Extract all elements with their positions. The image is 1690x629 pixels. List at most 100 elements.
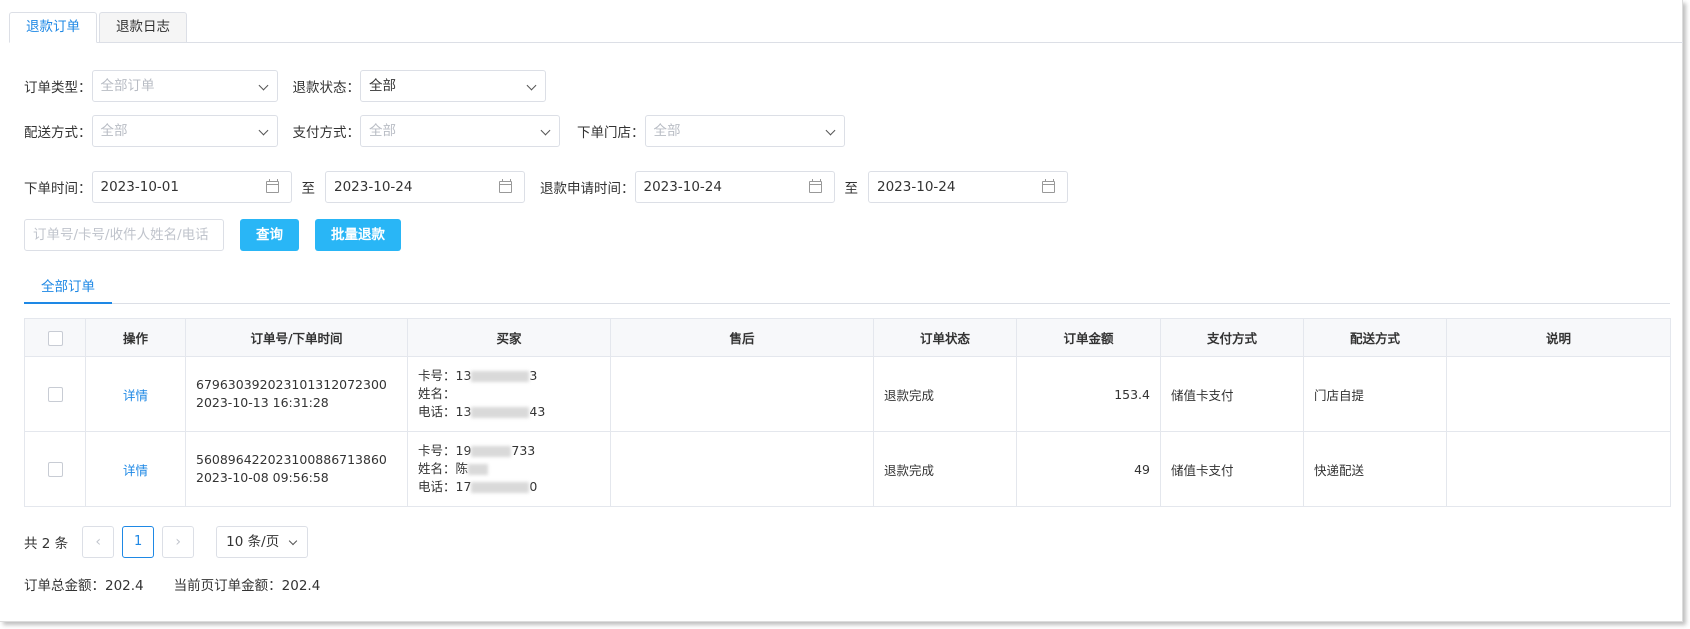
redacted-blur — [471, 371, 530, 382]
row-checkbox[interactable] — [47, 462, 63, 477]
filter-row-2: 配送方式： 全部 支付方式： 全部 下单门店： 全部 — [24, 115, 845, 147]
buyer-cell: 卡号：13 3 姓名： 电话：13 43 — [407, 356, 611, 432]
note-cell — [1446, 431, 1671, 507]
query-button[interactable]: 查询 — [240, 219, 299, 251]
redacted-blur — [471, 446, 512, 457]
order-start-date[interactable]: 2023-10-01 — [91, 171, 292, 203]
tab-refund-orders[interactable]: 退款订单 — [9, 12, 97, 43]
tabs-divider — [9, 42, 1683, 43]
page-amount: 当前页订单金额：202.4 — [173, 578, 321, 594]
card-prefix: 卡号：13 — [418, 368, 472, 383]
phone-suffix: 43 — [529, 404, 546, 419]
order-number: 679630392023101312072300 — [196, 377, 387, 392]
buyer-name: 姓名： — [418, 385, 600, 403]
amount-summary: 订单总金额：202.4 当前页订单金额：202.4 — [24, 574, 320, 594]
delivery-value: 全部 — [100, 123, 128, 139]
order-type-select[interactable]: 全部订单 — [91, 70, 278, 102]
redacted-blur — [471, 407, 530, 418]
batch-refund-button[interactable]: 批量退款 — [315, 219, 401, 251]
buyer-phone: 电话：17 0 — [418, 478, 600, 496]
order-cell: 679630392023101312072300 2023-10-13 16:3… — [185, 356, 408, 432]
redacted-blur — [468, 464, 489, 475]
refund-status-value: 全部 — [369, 78, 396, 94]
delivery-label: 配送方式： — [24, 125, 92, 141]
page-size-select[interactable]: 10 条/页 — [216, 526, 309, 558]
name-prefix: 姓名：陈 — [418, 461, 469, 476]
total-amount: 订单总金额：202.4 — [24, 578, 144, 594]
status-cell: 退款完成 — [873, 431, 1017, 507]
payment-cell: 储值卡支付 — [1160, 356, 1304, 432]
select-all-checkbox[interactable] — [47, 330, 63, 346]
refund-orders-panel: 退款订单 退款日志 订单类型： 全部订单 退款状态： 全部 配送方式： 全部 支… — [0, 0, 1683, 622]
order-type-label: 订单类型： — [24, 80, 92, 96]
phone-prefix: 电话：17 — [418, 479, 472, 494]
detail-link[interactable]: 详情 — [123, 388, 148, 403]
date-separator: 至 — [844, 181, 859, 197]
chevron-down-icon — [258, 80, 268, 91]
chevron-down-icon — [526, 80, 537, 91]
filter-row-1: 订单类型： 全部订单 退款状态： 全部 — [24, 70, 546, 102]
table-row: 详情 679630392023101312072300 2023-10-13 1… — [24, 356, 1671, 432]
delivery-cell: 门店自提 — [1303, 356, 1447, 432]
page-1-button[interactable]: 1 — [122, 526, 155, 558]
tab-refund-log[interactable]: 退款日志 — [99, 12, 187, 43]
row-select-cell — [24, 356, 86, 432]
row-select-cell — [24, 431, 86, 507]
order-cell: 560896422023100886713860 2023-10-08 09:5… — [185, 431, 408, 507]
payment-cell: 储值卡支付 — [1160, 431, 1304, 507]
note-cell — [1446, 356, 1671, 432]
delivery-select[interactable]: 全部 — [91, 115, 278, 147]
column-header: 订单状态 — [873, 318, 1017, 357]
row-checkbox[interactable] — [47, 387, 63, 402]
pagination: 共 2 条 ‹ 1 › 10 条/页 — [24, 526, 309, 558]
order-end-value: 2023-10-24 — [334, 179, 413, 195]
total-count: 共 2 条 — [24, 536, 69, 552]
status-cell: 退款完成 — [873, 356, 1017, 432]
order-time: 2023-10-08 09:56:58 — [196, 470, 329, 485]
card-suffix: 733 — [511, 443, 536, 458]
refund-end-date[interactable]: 2023-10-24 — [868, 171, 1068, 203]
order-number: 560896422023100886713860 — [196, 452, 387, 467]
refund-orders-table: 操作 订单号/下单时间 买家 售后 订单状态 订单金额 支付方式 配送方式 说明… — [24, 318, 1671, 507]
refund-status-select[interactable]: 全部 — [360, 70, 546, 102]
prev-page-button[interactable]: ‹ — [82, 526, 115, 558]
refund-start-date[interactable]: 2023-10-24 — [634, 171, 835, 203]
card-suffix: 3 — [529, 368, 538, 383]
order-time-label: 下单时间： — [24, 181, 92, 197]
phone-prefix: 电话：13 — [418, 404, 472, 419]
payment-value: 全部 — [369, 123, 396, 139]
filter-row-3: 下单时间： 2023-10-01 至 2023-10-24 退款申请时间： 20… — [24, 171, 1068, 203]
redacted-blur — [471, 482, 530, 493]
column-header: 操作 — [85, 318, 186, 357]
action-cell: 详情 — [85, 356, 186, 432]
chevron-down-icon — [825, 125, 835, 136]
order-subtabs: 全部订单 — [24, 276, 1670, 304]
payment-select[interactable]: 全部 — [360, 115, 560, 147]
delivery-cell: 快递配送 — [1303, 431, 1447, 507]
select-all-header — [24, 318, 86, 357]
refund-status-label: 退款状态： — [292, 80, 361, 96]
column-header: 售后 — [610, 318, 874, 357]
store-select[interactable]: 全部 — [644, 115, 845, 147]
chevron-down-icon — [540, 125, 551, 136]
search-input[interactable] — [24, 219, 224, 251]
calendar-icon — [1042, 179, 1055, 193]
refund-end-value: 2023-10-24 — [877, 179, 956, 195]
chevron-down-icon — [288, 536, 298, 546]
buyer-cell: 卡号：19 733 姓名：陈 电话：17 0 — [407, 431, 611, 507]
tab-all-orders[interactable]: 全部订单 — [24, 276, 112, 304]
calendar-icon — [808, 179, 822, 193]
detail-link[interactable]: 详情 — [123, 463, 148, 478]
calendar-icon — [265, 179, 279, 193]
order-end-date[interactable]: 2023-10-24 — [325, 171, 525, 203]
column-header: 说明 — [1446, 318, 1671, 357]
order-time: 2023-10-13 16:31:28 — [196, 395, 329, 410]
next-page-button[interactable]: › — [162, 526, 195, 558]
card-prefix: 卡号：19 — [418, 443, 472, 458]
payment-label: 支付方式： — [292, 125, 361, 141]
page-size-value: 10 条/页 — [226, 534, 280, 550]
after-sale-cell — [610, 431, 874, 507]
column-header: 支付方式 — [1160, 318, 1304, 357]
column-header: 订单金额 — [1016, 318, 1161, 357]
buyer-card: 卡号：19 733 — [418, 442, 600, 460]
